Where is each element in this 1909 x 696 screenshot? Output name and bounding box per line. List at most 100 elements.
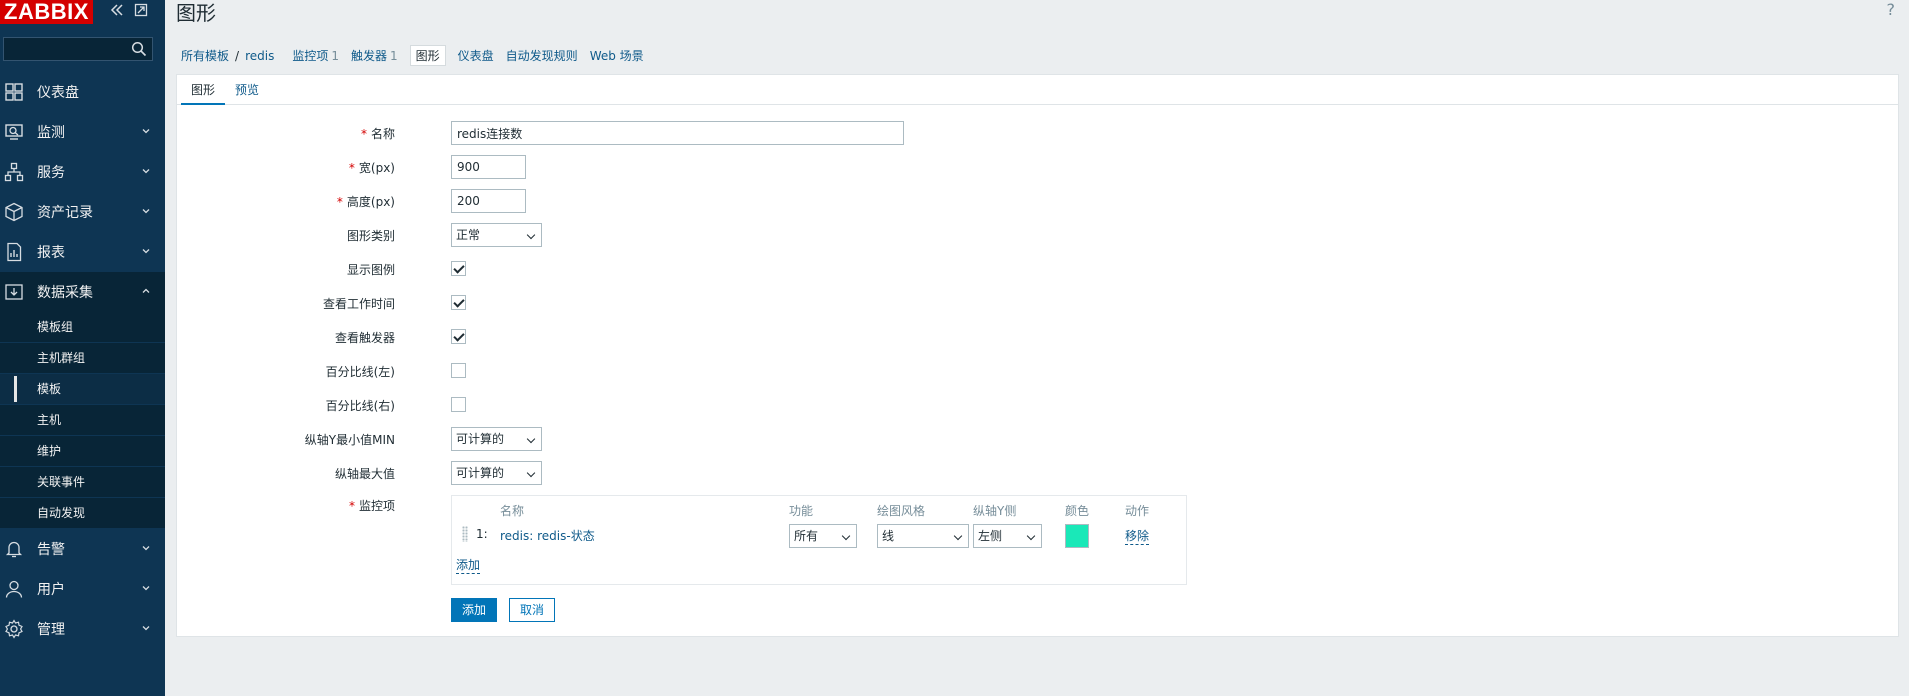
item-remove-link[interactable]: 移除 bbox=[1125, 527, 1150, 545]
submenu-item-discovery[interactable]: 自动发现 bbox=[0, 498, 165, 529]
name-input[interactable] bbox=[451, 121, 904, 145]
percentile-left-checkbox[interactable] bbox=[451, 363, 466, 378]
collapse-sidebar-icon[interactable] bbox=[108, 2, 126, 20]
percentile-right-checkbox[interactable] bbox=[451, 397, 466, 412]
item-color-swatch[interactable] bbox=[1065, 524, 1089, 548]
menu-item-users[interactable]: 用户 bbox=[0, 569, 165, 609]
graph-form-panel: 图形 预览 *名称 *宽(px) *高度(px) 图形类别 正常 显示图例 查看… bbox=[176, 74, 1899, 637]
data-collection-submenu: 模板组 主机群组 模板 主机 维护 关联事件 自动发现 bbox=[0, 312, 165, 529]
menu-item-inventory[interactable]: 资产记录 bbox=[0, 192, 165, 232]
bell-icon bbox=[4, 539, 24, 559]
chevron-up-icon bbox=[140, 285, 152, 297]
y-max-select[interactable]: 可计算的 bbox=[451, 461, 542, 485]
width-input[interactable] bbox=[451, 155, 526, 179]
nav-dashboards[interactable]: 仪表盘 bbox=[458, 47, 494, 64]
menu-item-dashboard[interactable]: 仪表盘 bbox=[0, 72, 165, 112]
chevron-down-icon bbox=[140, 205, 152, 217]
menu-label: 用户 bbox=[37, 582, 65, 598]
y-min-select[interactable]: 可计算的 bbox=[451, 427, 542, 451]
menu-item-administration[interactable]: 管理 bbox=[0, 609, 165, 649]
graph-type-label: 图形类别 bbox=[346, 229, 395, 243]
nav-triggers-count: 1 bbox=[390, 49, 398, 63]
menu-label: 仪表盘 bbox=[37, 85, 79, 101]
submenu-item-template-groups[interactable]: 模板组 bbox=[0, 312, 165, 343]
search-icon[interactable] bbox=[131, 41, 147, 57]
search-input[interactable] bbox=[3, 37, 153, 61]
chevron-down-icon bbox=[140, 125, 152, 137]
item-function-select[interactable]: 所有 bbox=[789, 524, 857, 548]
menu-label: 告警 bbox=[37, 542, 65, 558]
menu-label: 资产记录 bbox=[37, 205, 93, 221]
nav-items-label: 监控项 bbox=[292, 49, 329, 63]
item-y-side-select[interactable]: 左侧 bbox=[973, 524, 1042, 548]
dashboard-icon bbox=[4, 82, 24, 102]
add-button[interactable]: 添加 bbox=[451, 598, 498, 622]
tab-preview[interactable]: 预览 bbox=[225, 75, 269, 105]
page-title: 图形 bbox=[176, 1, 216, 25]
form-row-height: * 高度(px) bbox=[177, 187, 1477, 215]
form-row-show-legend: 显示图例 bbox=[177, 255, 1477, 283]
services-icon bbox=[4, 162, 24, 182]
show-triggers-label: 查看触发器 bbox=[334, 331, 395, 345]
nav-web-scenarios[interactable]: Web 场景 bbox=[590, 47, 644, 64]
item-row-name-link[interactable]: redis: redis-状态 bbox=[500, 527, 595, 544]
form-row-show-working-time: 查看工作时间 bbox=[177, 289, 1477, 317]
y-max-label: 纵轴最大值 bbox=[334, 467, 395, 481]
show-legend-checkbox[interactable] bbox=[451, 261, 466, 276]
breadcrumb-template[interactable]: redis bbox=[245, 49, 274, 63]
drag-handle-icon[interactable] bbox=[462, 526, 468, 542]
zabbix-logo[interactable]: ZABBIX bbox=[0, 0, 93, 24]
show-triggers-checkbox[interactable] bbox=[451, 329, 466, 344]
breadcrumb-all-templates[interactable]: 所有模板 bbox=[181, 47, 229, 64]
tab-graph[interactable]: 图形 bbox=[181, 75, 226, 105]
nav-triggers[interactable]: 触发器 1 bbox=[351, 47, 398, 64]
show-working-time-checkbox[interactable] bbox=[451, 295, 466, 310]
graph-items-table: 名称 功能 绘图风格 纵轴Y侧 颜色 动作 1: redis: redis-状态… bbox=[451, 495, 1187, 585]
help-icon[interactable]: ? bbox=[1887, 0, 1896, 19]
nav-discovery-rules[interactable]: 自动发现规则 bbox=[506, 47, 578, 64]
cancel-button[interactable]: 取消 bbox=[509, 598, 556, 622]
chevron-down-icon bbox=[140, 622, 152, 634]
show-working-time-label: 查看工作时间 bbox=[322, 297, 395, 311]
menu-item-reports[interactable]: 报表 bbox=[0, 232, 165, 272]
width-label: * 宽(px) bbox=[348, 161, 395, 175]
col-header-y-side: 纵轴Y侧 bbox=[973, 504, 1017, 518]
form-row-percentile-right: 百分比线(右) bbox=[177, 391, 1477, 419]
chevron-down-icon bbox=[140, 582, 152, 594]
nav-items-count: 1 bbox=[331, 49, 339, 63]
menu-label: 监测 bbox=[37, 125, 65, 141]
item-row-index: 1: bbox=[476, 527, 488, 541]
menu-item-services[interactable]: 服务 bbox=[0, 152, 165, 192]
height-input[interactable] bbox=[451, 189, 526, 213]
gear-icon bbox=[4, 619, 24, 639]
menu-item-monitoring[interactable]: 监测 bbox=[0, 112, 165, 152]
form-row-show-triggers: 查看触发器 bbox=[177, 323, 1477, 351]
submenu-item-maintenance[interactable]: 维护 bbox=[0, 436, 165, 467]
monitoring-icon bbox=[4, 122, 24, 142]
form-row-y-max: 纵轴最大值 可计算的 bbox=[177, 459, 1477, 487]
form-row-width: * 宽(px) bbox=[177, 153, 1477, 181]
submenu-item-event-correlation[interactable]: 关联事件 bbox=[0, 467, 165, 498]
breadcrumb: 所有模板 / redis 监控项 1 触发器 1 图形 仪表盘 自动发现规则 Web… bbox=[181, 45, 644, 66]
nav-graphs[interactable]: 图形 bbox=[409, 45, 446, 66]
item-draw-style-select[interactable]: 线 bbox=[877, 524, 969, 548]
col-header-name: 名称 bbox=[500, 504, 525, 518]
menu-item-alerts[interactable]: 告警 bbox=[0, 529, 165, 569]
submenu-item-hosts[interactable]: 主机 bbox=[0, 405, 165, 436]
graph-type-select[interactable]: 正常 bbox=[451, 223, 542, 247]
col-header-color: 颜色 bbox=[1065, 504, 1090, 518]
add-item-link[interactable]: 添加 bbox=[456, 556, 481, 574]
form-tabs: 图形 预览 bbox=[177, 75, 1898, 105]
kiosk-mode-icon[interactable] bbox=[132, 2, 150, 20]
menu-item-data-collection[interactable]: 数据采集 bbox=[0, 272, 165, 312]
percentile-left-label: 百分比线(左) bbox=[325, 365, 395, 379]
nav-triggers-label: 触发器 bbox=[350, 49, 387, 63]
template-navigation: 所有模板 / redis 监控项 1 触发器 1 图形 仪表盘 自动发现规则 Web… bbox=[165, 32, 1909, 74]
form-row-percentile-left: 百分比线(左) bbox=[177, 357, 1477, 385]
name-label: * 名称 bbox=[360, 127, 395, 141]
nav-items[interactable]: 监控项 1 bbox=[292, 47, 339, 64]
height-label: * 高度(px) bbox=[336, 195, 395, 209]
submenu-item-templates[interactable]: 模板 bbox=[0, 374, 165, 405]
submenu-item-host-groups[interactable]: 主机群组 bbox=[0, 343, 165, 374]
chevron-down-icon bbox=[140, 165, 152, 177]
